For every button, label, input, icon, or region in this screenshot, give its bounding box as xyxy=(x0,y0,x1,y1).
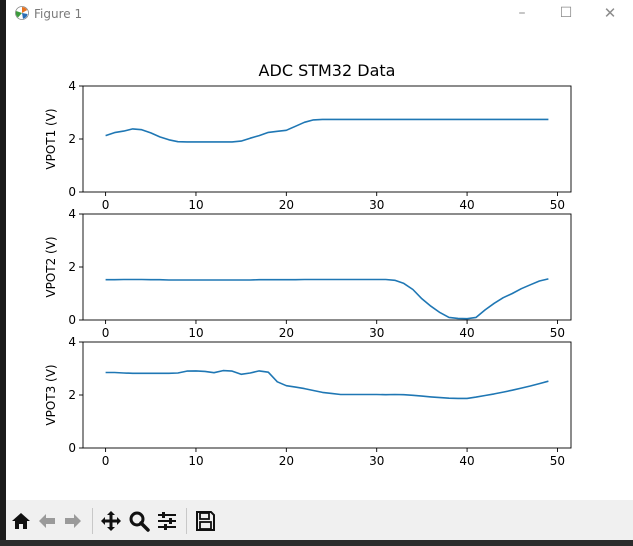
axes-frame xyxy=(82,341,572,449)
back-arrow-icon[interactable] xyxy=(36,510,58,532)
configure-subplots-icon[interactable] xyxy=(156,510,178,532)
matplotlib-app-icon xyxy=(15,6,29,20)
axes-frame xyxy=(82,213,572,321)
toolbar-separator xyxy=(92,508,93,534)
background-strip-bottom xyxy=(0,540,633,546)
x-tick-label: 20 xyxy=(279,454,294,468)
x-tick-label: 40 xyxy=(459,326,474,340)
x-tick-label: 10 xyxy=(188,326,203,340)
y-tick-label: 4 xyxy=(68,335,76,349)
y-axis-label: VPOT1 (V) xyxy=(44,108,58,169)
maximize-button[interactable]: ☐ xyxy=(544,0,588,28)
navigation-toolbar xyxy=(6,500,633,540)
window-title: Figure 1 xyxy=(34,7,83,21)
y-tick-label: 2 xyxy=(68,132,76,146)
y-tick-label: 0 xyxy=(68,441,76,455)
data-line xyxy=(105,118,549,143)
x-tick-label: 20 xyxy=(279,198,294,212)
y-tick-label: 4 xyxy=(68,79,76,93)
close-button[interactable]: ✕ xyxy=(588,0,632,28)
x-tick-label: 0 xyxy=(102,326,110,340)
x-tick-label: 40 xyxy=(459,454,474,468)
subplot-vpot3: 0 10 20 30 40 50 0 2 4 VPOT3 (V) xyxy=(44,335,572,468)
axes-frame xyxy=(82,85,572,193)
x-tick-label: 10 xyxy=(188,198,203,212)
chart-title: ADC STM32 Data xyxy=(259,61,396,80)
subplot-vpot1: 0 10 20 30 40 50 0 2 4 VPOT1 (V) xyxy=(44,79,572,212)
title-bar: Figure 1 – ☐ ✕ xyxy=(6,0,633,28)
subplot-vpot2: 0 10 20 30 40 50 0 2 4 VPOT2 (V) xyxy=(44,207,572,340)
x-tick-label: 50 xyxy=(550,326,565,340)
minimize-button[interactable]: – xyxy=(500,0,544,28)
x-tick-label: 0 xyxy=(102,198,110,212)
x-tick-label: 50 xyxy=(550,198,565,212)
y-axis-label: VPOT2 (V) xyxy=(44,236,58,297)
data-line xyxy=(105,278,549,320)
zoom-icon[interactable] xyxy=(128,510,150,532)
y-axis-label: VPOT3 (V) xyxy=(44,364,58,425)
figure-canvas: ADC STM32 Data 0 10 20 30 40 50024VPOT1 (V) 0… xyxy=(44,61,572,468)
x-tick-label: 20 xyxy=(279,326,294,340)
pan-icon[interactable] xyxy=(100,510,122,532)
data-line xyxy=(105,369,549,400)
x-tick-label: 0 xyxy=(102,454,110,468)
x-tick-label: 40 xyxy=(459,198,474,212)
home-icon[interactable] xyxy=(10,510,32,532)
y-tick-label: 2 xyxy=(68,260,76,274)
x-tick-label: 30 xyxy=(369,198,384,212)
x-tick-label: 30 xyxy=(369,326,384,340)
y-tick-label: 0 xyxy=(68,313,76,327)
figure-window: Figure 1 – ☐ ✕ ADC STM32 Data 0 10 20 30 40 5… xyxy=(6,0,633,540)
y-tick-label: 2 xyxy=(68,388,76,402)
forward-arrow-icon[interactable] xyxy=(62,510,84,532)
x-tick-label: 10 xyxy=(188,454,203,468)
save-icon[interactable] xyxy=(194,510,216,532)
x-tick-label: 30 xyxy=(369,454,384,468)
x-tick-label: 50 xyxy=(550,454,565,468)
toolbar-separator xyxy=(186,508,187,534)
y-tick-label: 4 xyxy=(68,207,76,221)
y-tick-label: 0 xyxy=(68,185,76,199)
